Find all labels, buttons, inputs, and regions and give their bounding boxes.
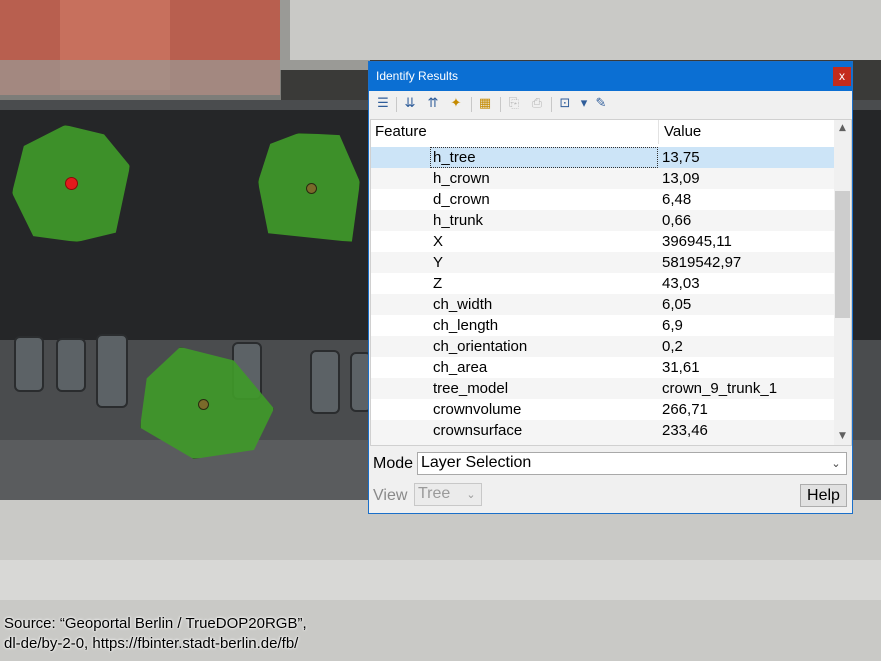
field-name: X: [433, 233, 444, 250]
field-value: 0,2: [662, 338, 683, 355]
table-row[interactable]: h_crown 13,09: [371, 168, 836, 189]
field-value: 6,05: [662, 296, 692, 313]
toolbar-separator: [551, 97, 552, 112]
attribution-line-1: Source: “Geoportal Berlin / TrueDOP20RGB…: [4, 615, 307, 632]
feature-column-header[interactable]: Feature: [375, 120, 427, 144]
view-label: View: [373, 487, 408, 504]
field-value: 43,03: [662, 275, 700, 292]
field-value: 396945,11: [662, 233, 732, 250]
table-row[interactable]: ch_width 6,05: [371, 294, 836, 315]
help-button[interactable]: Help: [800, 484, 847, 507]
mode-select[interactable]: Layer Selection ⌄: [417, 452, 847, 475]
field-value: 6,48: [662, 191, 692, 208]
table-row[interactable]: ch_orientation 0,2: [371, 336, 836, 357]
toolbar-separator: [396, 97, 397, 112]
table-row[interactable]: d_crown 6,48: [371, 189, 836, 210]
field-name: d_crown: [433, 191, 490, 208]
expand-tree-icon[interactable]: ☰: [375, 96, 391, 112]
field-name: crownsurface: [433, 422, 523, 439]
field-value: crown_9_trunk_1: [662, 380, 778, 397]
dialog-title-bar[interactable]: Identify Results x: [369, 62, 852, 91]
table-row[interactable]: Y 5819542,97: [371, 252, 836, 273]
table-row[interactable]: ch_length 6,9: [371, 315, 836, 336]
field-name: ch_width: [433, 296, 493, 313]
parked-car: [56, 338, 86, 392]
selected-tree-point[interactable]: [65, 177, 78, 190]
vertical-scrollbar[interactable]: ▲ ▼: [834, 120, 851, 445]
field-name: h_tree: [433, 149, 476, 166]
chevron-down-icon: ⌄: [466, 488, 476, 501]
field-value: 0,66: [662, 212, 692, 229]
table-row[interactable]: tree_model crown_9_trunk_1: [371, 378, 836, 399]
view-select[interactable]: Tree ⌄: [414, 483, 482, 506]
field-value: 5819542,97: [662, 254, 742, 271]
attribution-line-2: dl-de/by-2-0, https://fbinter.stadt-berl…: [4, 635, 299, 652]
field-name: h_trunk: [433, 212, 484, 229]
close-button[interactable]: x: [833, 67, 851, 86]
collapse-all-icon[interactable]: ⇈: [425, 96, 441, 112]
parked-car: [96, 334, 128, 408]
table-row[interactable]: Z 43,03: [371, 273, 836, 294]
table-row[interactable]: ch_area 31,61: [371, 357, 836, 378]
value-column-header[interactable]: Value: [664, 120, 701, 144]
scrollbar-thumb[interactable]: [835, 191, 850, 318]
identify-select-icon[interactable]: ⊡: [557, 96, 573, 112]
scroll-up-icon[interactable]: ▲: [834, 120, 851, 137]
expand-new-results-icon[interactable]: ✦: [448, 96, 464, 112]
field-value: 233,46: [662, 422, 708, 439]
parked-car: [14, 336, 44, 392]
table-row-partial[interactable]: [371, 441, 836, 445]
toolbar-separator: [500, 97, 501, 112]
results-tree[interactable]: Feature Value h_tree 13,75 h_crown 13,09 d_c…: [370, 119, 852, 446]
identify-settings-icon[interactable]: ✎: [593, 96, 609, 112]
scroll-down-icon[interactable]: ▼: [834, 428, 851, 445]
field-name: Z: [433, 275, 443, 292]
clear-results-icon[interactable]: ▦: [477, 96, 493, 112]
table-row[interactable]: h_trunk 0,66: [371, 210, 836, 231]
dialog-title: Identify Results: [376, 69, 459, 83]
field-name: ch_length: [433, 317, 499, 334]
copy-feature-icon[interactable]: ⎘: [506, 96, 522, 112]
table-row[interactable]: X 396945,11: [371, 231, 836, 252]
identify-results-dialog[interactable]: Identify Results x ☰ ⇊ ⇈ ✦ ▦ ⎘ ⎙ ⊡ ▾ ✎ Feature Va…: [368, 61, 853, 514]
chevron-down-icon: ⌄: [831, 457, 841, 470]
dropdown-arrow-icon[interactable]: ▾: [576, 96, 592, 112]
table-row[interactable]: h_tree 13,75: [371, 147, 836, 168]
field-name: h_crown: [433, 170, 490, 187]
expand-all-icon[interactable]: ⇊: [402, 96, 418, 112]
header-divider[interactable]: [658, 120, 659, 144]
tree-point[interactable]: [198, 399, 209, 410]
parked-car: [310, 350, 340, 414]
field-name: ch_area: [433, 359, 488, 376]
view-select-value: Tree: [418, 485, 451, 502]
mode-label: Mode: [373, 455, 414, 472]
mode-select-value: Layer Selection: [421, 454, 532, 471]
field-value: 13,75: [662, 149, 700, 166]
field-value: 266,71: [662, 401, 708, 418]
tree-point[interactable]: [306, 183, 317, 194]
field-name: tree_model: [433, 380, 509, 397]
field-value: 31,61: [662, 359, 700, 376]
field-name: crownvolume: [433, 401, 522, 418]
field-name: ch_orientation: [433, 338, 528, 355]
toolbar-separator: [471, 97, 472, 112]
table-row[interactable]: crownvolume 266,71: [371, 399, 836, 420]
table-row[interactable]: crownsurface 233,46: [371, 420, 836, 441]
field-value: 13,09: [662, 170, 700, 187]
identify-toolbar: ☰ ⇊ ⇈ ✦ ▦ ⎘ ⎙ ⊡ ▾ ✎: [369, 91, 852, 118]
print-response-icon[interactable]: ⎙: [529, 96, 545, 112]
field-value: 6,9: [662, 317, 683, 334]
field-name: Y: [433, 254, 444, 271]
